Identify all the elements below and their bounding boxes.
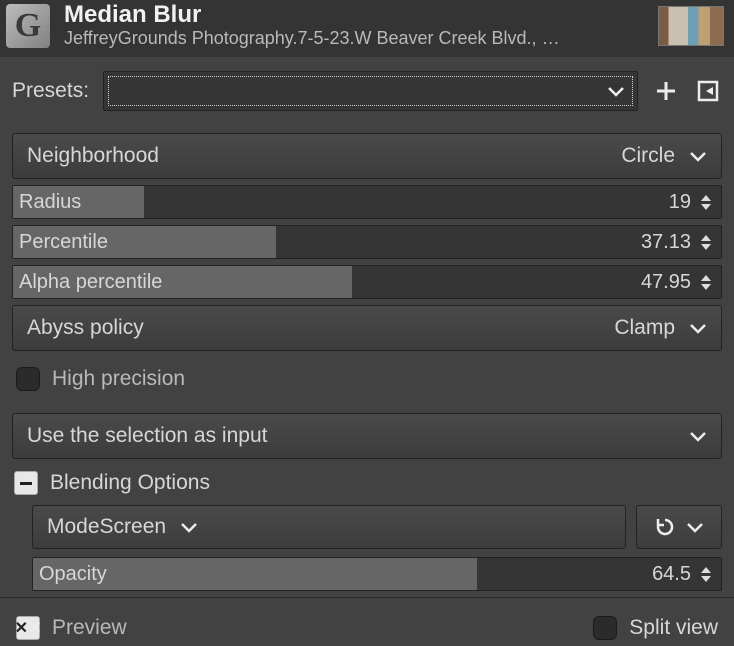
presets-focus-ring [108,76,633,106]
radius-spinner[interactable] [701,190,715,214]
chevron-down-icon [689,150,707,162]
opacity-value: 64.5 [652,563,691,586]
radius-value: 19 [669,191,691,214]
blending-options-body: Mode Screen Opacity 64.5 [12,505,722,591]
high-precision-checkbox[interactable] [16,367,40,391]
image-thumbnail[interactable] [658,6,724,46]
radius-label: Radius [19,191,81,214]
neighborhood-combobox[interactable]: Neighborhood Circle [12,133,722,179]
gimp-app-icon: G [6,4,50,48]
dialog-title: Median Blur [64,2,650,28]
alpha-percentile-slider[interactable]: Alpha percentile 47.95 [12,265,722,299]
abyss-policy-combobox[interactable]: Abyss policy Clamp [12,305,722,351]
selection-input-label: Use the selection as input [27,424,267,448]
neighborhood-label: Neighborhood [27,144,159,168]
presets-combobox[interactable] [103,71,638,111]
split-view-label: Split view [629,616,718,640]
title-bar: G Median Blur JeffreyGrounds Photography… [0,0,734,57]
split-view-checkbox[interactable] [593,616,617,640]
dialog-body: Presets: Neighborhood Circle Radius 19 P… [0,57,734,640]
blending-options-expander[interactable] [14,471,38,495]
blending-options-header[interactable]: Blending Options [12,465,722,505]
opacity-slider[interactable]: Opacity 64.5 [32,557,722,591]
opacity-label: Opacity [39,563,107,586]
alpha-percentile-spinner[interactable] [701,270,715,294]
percentile-value: 37.13 [641,231,691,254]
opacity-spinner[interactable] [701,562,715,586]
alpha-percentile-label: Alpha percentile [19,271,162,294]
percentile-spinner[interactable] [701,230,715,254]
dialog-subtitle: JeffreyGrounds Photography.7-5-23.W Beav… [64,28,650,49]
preset-menu-button[interactable] [694,77,722,105]
blending-options-title: Blending Options [50,471,210,495]
presets-label: Presets: [12,79,89,103]
percentile-label: Percentile [19,231,108,254]
chevron-down-icon [689,322,707,334]
footer-row: ✕ Preview Split view [12,598,722,640]
percentile-slider[interactable]: Percentile 37.13 [12,225,722,259]
title-stack: Median Blur JeffreyGrounds Photography.7… [64,2,650,49]
chevron-down-icon [686,521,704,533]
presets-row: Presets: [12,71,722,111]
reset-icon [654,516,676,538]
abyss-policy-value: Clamp [614,316,675,340]
abyss-policy-label: Abyss policy [27,316,144,340]
alpha-percentile-value: 47.95 [641,271,691,294]
blend-mode-value: Screen [100,515,167,539]
high-precision-label: High precision [52,367,185,391]
chevron-down-icon [689,430,707,442]
neighborhood-value: Circle [621,144,675,168]
blend-mode-row: Mode Screen [32,505,722,549]
blend-mode-combobox[interactable]: Mode Screen [32,505,626,549]
chevron-down-icon [180,521,198,533]
blend-mode-label: Mode [47,515,100,539]
radius-slider[interactable]: Radius 19 [12,185,722,219]
preview-checkbox[interactable]: ✕ [16,616,40,640]
preview-label: Preview [52,616,127,640]
blend-mode-switch-button[interactable] [636,505,722,549]
selection-input-combobox[interactable]: Use the selection as input [12,413,722,459]
chevron-down-icon [607,85,625,97]
add-preset-button[interactable] [652,77,680,105]
high-precision-row: High precision [12,357,722,401]
